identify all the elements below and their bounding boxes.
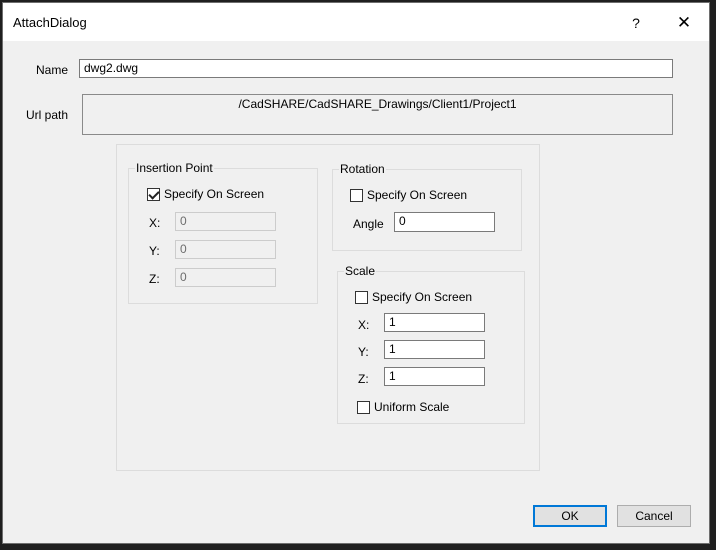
rotation-specify-label: Specify On Screen xyxy=(367,188,468,202)
scale-y-label: Y: xyxy=(358,345,369,359)
rotation-group: Rotation Specify On Screen Angle 0 xyxy=(332,162,522,251)
scale-y-input[interactable]: 1 xyxy=(384,340,485,359)
name-label: Name xyxy=(36,63,69,77)
taskbar-strip xyxy=(0,544,716,550)
uniform-scale-checkbox[interactable] xyxy=(357,400,370,414)
insertion-y-label: Y: xyxy=(149,244,160,258)
scale-specify-label: Specify On Screen xyxy=(372,290,473,304)
scale-z-label: Z: xyxy=(358,372,369,386)
uniform-scale-label: Uniform Scale xyxy=(374,400,450,414)
scale-group: Scale Specify On Screen X: 1 Y: 1 Z: 1 U… xyxy=(337,264,525,424)
angle-input[interactable]: 0 xyxy=(394,212,495,232)
insertion-specify-row[interactable]: Specify On Screen xyxy=(147,187,264,201)
cancel-button[interactable]: Cancel xyxy=(617,505,691,527)
scale-x-input[interactable]: 1 xyxy=(384,313,485,332)
rotation-title: Rotation xyxy=(339,162,386,176)
insertion-specify-label: Specify On Screen xyxy=(164,187,265,201)
options-panel: Insertion Point Specify On Screen X: 0 Y… xyxy=(116,144,540,471)
scale-specify-row[interactable]: Specify On Screen xyxy=(355,290,472,304)
insertion-point-title: Insertion Point xyxy=(135,161,214,175)
angle-label: Angle xyxy=(353,217,384,231)
insertion-z-input: 0 xyxy=(175,268,276,287)
rotation-specify-checkbox[interactable] xyxy=(350,188,363,202)
insertion-specify-checkbox[interactable] xyxy=(147,187,160,201)
scale-z-input[interactable]: 1 xyxy=(384,367,485,386)
title-bar: AttachDialog ? ✕ xyxy=(3,3,709,41)
attach-dialog: AttachDialog ? ✕ Name dwg2.dwg Url path … xyxy=(2,2,710,544)
insertion-point-group: Insertion Point Specify On Screen X: 0 Y… xyxy=(128,161,318,304)
insertion-x-label: X: xyxy=(149,216,161,230)
help-button[interactable]: ? xyxy=(625,12,647,34)
close-icon[interactable]: ✕ xyxy=(671,12,697,34)
url-path-label: Url path xyxy=(26,108,69,122)
insertion-y-input: 0 xyxy=(175,240,276,259)
name-input[interactable]: dwg2.dwg xyxy=(79,59,673,78)
scale-x-label: X: xyxy=(358,318,370,332)
rotation-specify-row[interactable]: Specify On Screen xyxy=(350,188,467,202)
insertion-x-input: 0 xyxy=(175,212,276,231)
url-path-field: /CadSHARE/CadSHARE_Drawings/Client1/Proj… xyxy=(82,94,673,135)
insertion-z-label: Z: xyxy=(149,272,160,286)
ok-button[interactable]: OK xyxy=(533,505,607,527)
uniform-scale-row[interactable]: Uniform Scale xyxy=(357,400,449,414)
scale-specify-checkbox[interactable] xyxy=(355,290,368,304)
scale-title: Scale xyxy=(344,264,377,278)
window-title: AttachDialog xyxy=(13,15,87,30)
